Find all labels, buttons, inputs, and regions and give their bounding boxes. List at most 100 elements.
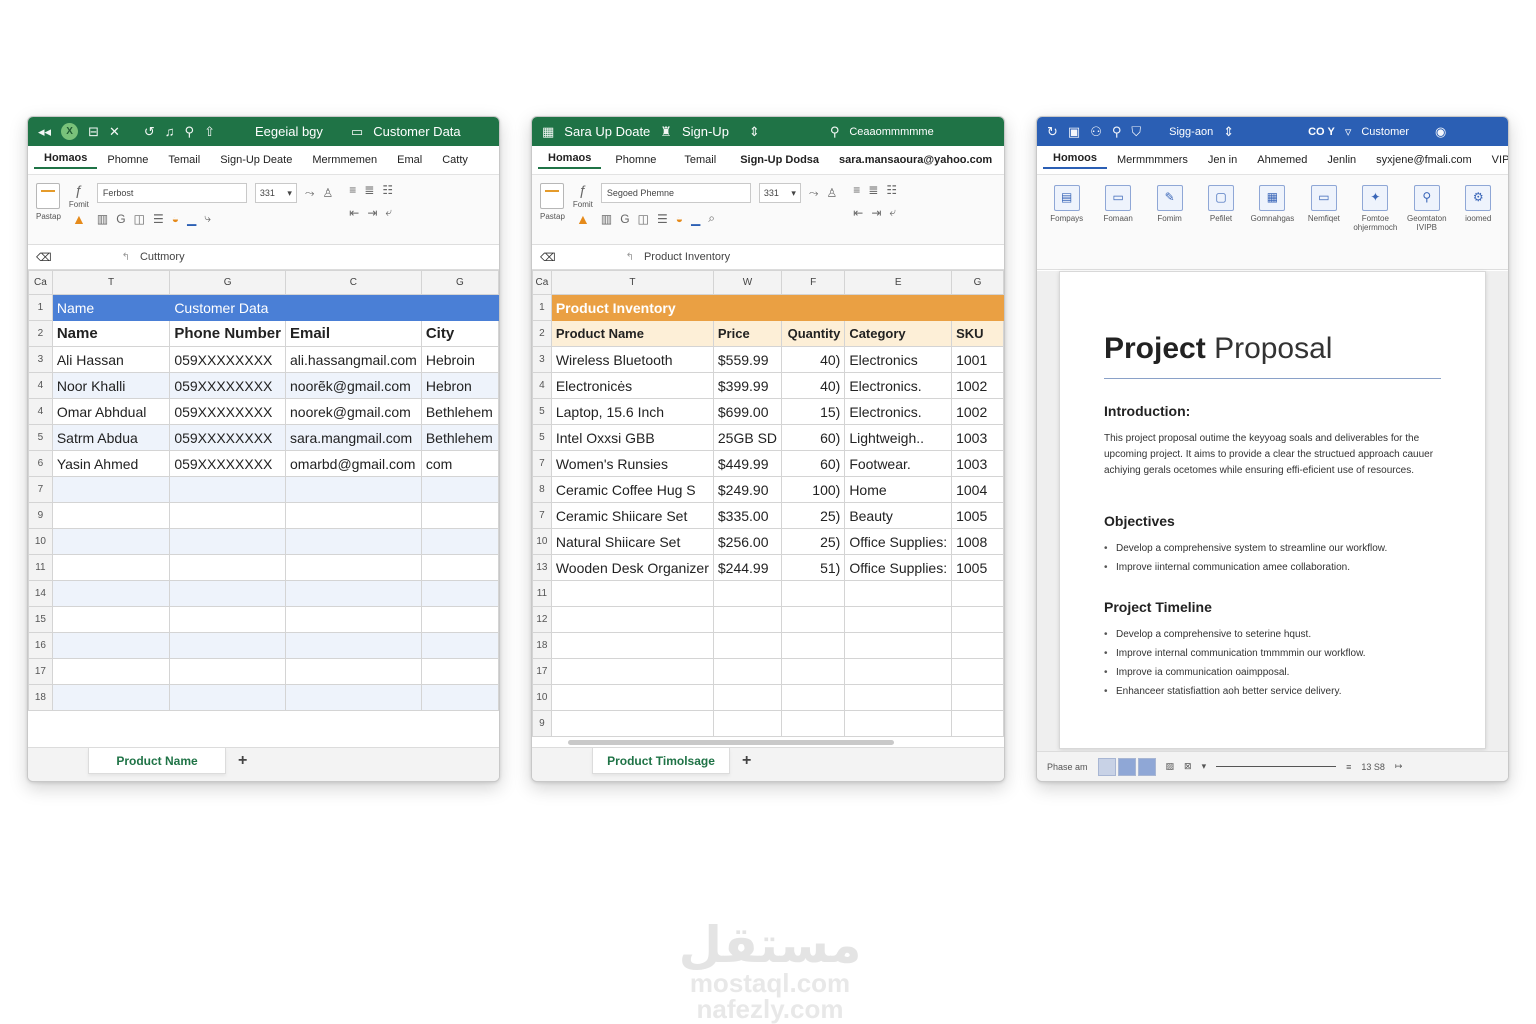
table-cell[interactable]: 25) — [781, 502, 846, 529]
ribbon-button[interactable]: ✦ Fomtoe ohjermmoch — [1352, 185, 1399, 233]
format-painter-button[interactable]: ƒ Fomit ▲ — [69, 183, 89, 226]
chevron-down-icon[interactable]: ▾ — [1202, 761, 1207, 772]
table-cell[interactable]: ali.hassangmail.com — [285, 346, 422, 373]
function-icon[interactable]: ↰ — [122, 252, 130, 263]
table-cell[interactable] — [712, 580, 783, 607]
align-left-icon[interactable]: ≡ — [349, 183, 356, 197]
formula-input[interactable]: Cuttmory — [140, 251, 185, 263]
table-cell[interactable]: noorek@gmail.com — [285, 398, 422, 425]
table-cell[interactable] — [285, 502, 422, 529]
table-cell[interactable]: Yasin Ahmed — [51, 450, 171, 477]
add-sheet-button[interactable]: + — [742, 752, 751, 770]
undo-icon[interactable]: ↺ — [144, 125, 155, 138]
table-cell[interactable] — [285, 632, 422, 659]
font-size-select[interactable]: 331 ▾ — [254, 183, 297, 203]
row-number[interactable]: 11 — [28, 554, 53, 581]
row-number[interactable]: 10 — [28, 528, 53, 555]
table-cell[interactable] — [169, 554, 286, 581]
ribbon-button[interactable]: ▭ Nemfiqet — [1300, 185, 1347, 224]
table-cell[interactable]: Name — [51, 320, 171, 347]
view-print-button[interactable] — [1117, 757, 1136, 776]
align-right-icon[interactable]: ☷ — [382, 183, 393, 197]
row-number[interactable]: 2 — [532, 320, 552, 347]
frame-icon[interactable]: ⊠ — [1184, 761, 1192, 772]
table-cell[interactable]: $699.00 — [712, 398, 783, 425]
table-cell[interactable]: 1001 — [951, 346, 1004, 373]
share-icon[interactable]: ⤳ — [305, 186, 315, 201]
table-cell[interactable] — [781, 294, 846, 321]
table-cell[interactable]: 100) — [781, 476, 846, 503]
table-cell[interactable]: Electronics — [844, 346, 953, 373]
table-cell[interactable] — [951, 632, 1004, 659]
table-cell[interactable] — [712, 632, 783, 659]
eraser-icon[interactable]: ⌫ — [36, 251, 52, 264]
zoom-slider[interactable] — [1216, 766, 1337, 767]
table-cell[interactable]: Hebroin — [420, 346, 499, 373]
pin-icon[interactable]: ⚲ — [1112, 125, 1122, 138]
row-number[interactable]: 15 — [28, 606, 53, 633]
table-cell[interactable] — [420, 294, 499, 321]
menu-item[interactable]: Temail — [158, 154, 210, 166]
menu-item[interactable]: Sign-Up Deate — [210, 154, 302, 166]
table-cell[interactable] — [781, 684, 846, 711]
font-color-icon[interactable]: ▁ — [187, 212, 196, 226]
table-cell[interactable]: Home — [844, 476, 953, 503]
row-number[interactable]: 4 — [532, 372, 552, 399]
table-cell[interactable] — [550, 684, 714, 711]
table-cell[interactable] — [285, 528, 422, 555]
table-cell[interactable] — [420, 554, 499, 581]
view-read-button[interactable] — [1097, 757, 1116, 776]
table-cell[interactable]: $335.00 — [712, 502, 783, 529]
refresh-icon[interactable]: ↻ — [1047, 125, 1058, 138]
menu-item-email[interactable]: sara.mansaoura@yahoo.com — [829, 154, 1002, 166]
wrap-icon[interactable]: ⤶ — [385, 205, 392, 220]
table-cell[interactable] — [420, 632, 499, 659]
align-left-icon[interactable]: ≡ — [853, 183, 860, 197]
table-cell[interactable]: 25GB SD — [712, 424, 783, 451]
table-cell[interactable]: Ceramic Shiicare Set — [550, 502, 714, 529]
format-painter-button[interactable]: ƒ Fomit ▲ — [573, 183, 593, 226]
table-cell[interactable] — [420, 606, 499, 633]
table-cell[interactable]: Customer Data — [169, 294, 286, 321]
eraser-icon[interactable]: ⌫ — [540, 251, 556, 264]
table-cell[interactable]: Electronics. — [844, 398, 953, 425]
table-cell[interactable]: Price — [712, 320, 783, 347]
row-number[interactable]: 8 — [532, 476, 552, 503]
table-cell[interactable] — [712, 658, 783, 685]
menu-icon[interactable]: ≡ — [1346, 762, 1351, 772]
table-cell[interactable] — [285, 684, 422, 711]
row-number[interactable]: 2 — [28, 320, 53, 347]
table-cell[interactable] — [51, 632, 171, 659]
sort-icon[interactable]: ⇕ — [749, 125, 760, 138]
table-cell[interactable]: Bethlehem — [420, 424, 499, 451]
more-icon[interactable]: ⤷ — [204, 211, 211, 226]
table-cell[interactable] — [285, 658, 422, 685]
menu-item[interactable]: Mermmemen — [302, 154, 387, 166]
table-cell[interactable] — [420, 476, 499, 503]
menu-item-email[interactable]: syxjene@fmali.com — [1366, 154, 1482, 166]
table-cell[interactable]: 1002 — [951, 398, 1004, 425]
row-number[interactable]: 13 — [532, 554, 552, 581]
column-header[interactable]: G — [420, 270, 499, 295]
table-cell[interactable]: 15) — [781, 398, 846, 425]
row-number[interactable]: 11 — [532, 580, 552, 607]
row-number[interactable]: 7 — [28, 476, 53, 503]
table-cell[interactable]: Noor Khalli — [51, 372, 171, 399]
font-color-icon[interactable]: ▁ — [691, 212, 700, 226]
column-header[interactable]: T — [51, 270, 171, 295]
table-cell[interactable]: 059XXXXXXXX — [169, 346, 286, 373]
table-cell[interactable] — [51, 580, 171, 607]
row-number[interactable]: 7 — [532, 450, 552, 477]
person-icon[interactable]: ♙ — [323, 186, 334, 200]
font-size-select[interactable]: 331 ▾ — [758, 183, 801, 203]
font-name-select[interactable]: Segoed Phemne — [600, 183, 751, 203]
sort-icon[interactable]: ⇕ — [1223, 125, 1234, 138]
row-number[interactable]: 10 — [532, 684, 552, 711]
table-cell[interactable]: Women's Runsies — [550, 450, 714, 477]
table-cell[interactable]: 1005 — [951, 554, 1004, 581]
column-header[interactable]: G — [951, 270, 1004, 295]
table-cell[interactable]: Hebron — [420, 372, 499, 399]
row-number[interactable]: 17 — [532, 658, 552, 685]
document-page[interactable]: Project Proposal Introduction: This proj… — [1059, 271, 1486, 749]
table-cell[interactable] — [420, 580, 499, 607]
